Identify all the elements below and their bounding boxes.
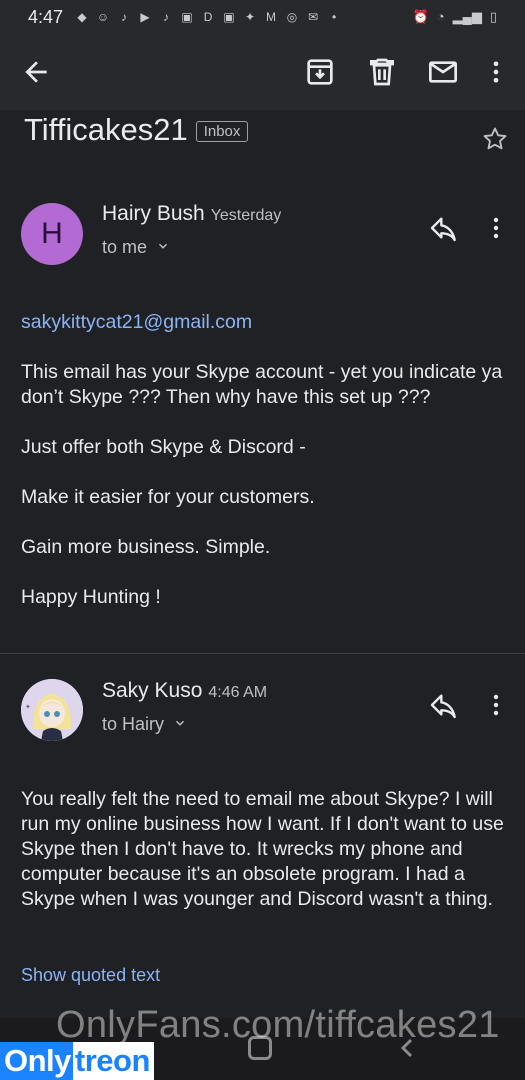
instagram-icon: ◎: [286, 10, 298, 24]
message-divider: [0, 653, 525, 654]
tiktok-icon: ♪: [121, 10, 128, 24]
tiktok-icon: ♪: [163, 10, 170, 24]
status-bar: 4:47 ◆ ☺ ♪ ▶ ♪ ▣ D ▣ ✦ M ◎ ✉ • ⏰ ◔ ▂▄▆ ▯: [0, 0, 525, 34]
body-paragraph: You really felt the need to email me abo…: [21, 788, 504, 910]
email-subject: Tifficakes21: [24, 112, 188, 147]
chevron-down-icon: [176, 720, 185, 726]
recipient-line[interactable]: to me: [102, 237, 170, 258]
sender-name: Saky Kuso: [102, 679, 203, 702]
email-link[interactable]: sakykittycat21@gmail.com: [21, 311, 252, 333]
reply-icon[interactable]: [428, 689, 460, 721]
brand-logo-part1: Only: [0, 1042, 73, 1080]
recipient-text: to Hairy: [102, 714, 165, 734]
gmail-icon: M: [266, 10, 277, 24]
webtoon-icon: ▣: [223, 10, 235, 24]
app-bar: [0, 34, 525, 110]
archive-icon[interactable]: [304, 56, 336, 88]
chevron-down-icon: [159, 243, 168, 249]
message-body: sakykittycat21@gmail.com This email has …: [21, 310, 509, 635]
recipient-text: to me: [102, 237, 148, 257]
delete-icon[interactable]: [366, 56, 398, 88]
mark-unread-icon[interactable]: [427, 56, 459, 88]
d-app-icon: D: [203, 10, 213, 24]
wifi-icon: ◔: [436, 9, 445, 24]
anime-avatar-icon: ✦: [21, 679, 83, 741]
inbox-label[interactable]: Inbox: [195, 120, 249, 142]
body-paragraph: This email has your Skype account - yet …: [21, 361, 503, 408]
youtube-icon: ▶: [140, 10, 150, 24]
more-vert-icon[interactable]: [482, 56, 510, 88]
arrow-back-icon[interactable]: [20, 56, 52, 88]
recipient-line[interactable]: to Hairy: [102, 714, 187, 735]
system-icons: ⏰ ◔ ▂▄▆ ▯: [413, 9, 497, 25]
svg-text:✦: ✦: [25, 703, 31, 711]
gamepad-icon: ◆: [77, 10, 87, 24]
sender-line: Hairy Bush Yesterday: [102, 202, 281, 226]
body-paragraph: Happy Hunting !: [21, 586, 161, 608]
ghost-icon: ☺: [96, 10, 110, 24]
avatar[interactable]: H: [21, 203, 83, 265]
more-vert-icon[interactable]: [484, 212, 508, 244]
message-time: 4:46 AM: [208, 684, 268, 701]
brand-logo-part2: treon: [72, 1042, 154, 1080]
dot-icon: •: [331, 10, 337, 24]
brand-logo: Only treon: [0, 1042, 165, 1080]
message-time: Yesterday: [210, 207, 282, 224]
more-vert-icon[interactable]: [484, 689, 508, 721]
status-time: 4:47: [28, 6, 64, 27]
body-paragraph: Make it easier for your customers.: [21, 486, 315, 508]
sender-name: Hairy Bush: [102, 202, 205, 225]
alarm-icon: ⏰: [412, 9, 429, 24]
webtoon-icon: ▣: [181, 10, 193, 24]
reply-icon[interactable]: [428, 212, 460, 244]
body-paragraph: Gain more business. Simple.: [21, 536, 271, 558]
star-icon[interactable]: [481, 125, 509, 153]
show-quoted-text-link[interactable]: Show quoted text: [21, 965, 160, 986]
sender-line: Saky Kuso 4:46 AM: [102, 679, 267, 703]
outlook-icon: ✉: [308, 10, 319, 24]
avatar-letter: H: [41, 217, 63, 250]
notification-icons: ◆ ☺ ♪ ▶ ♪ ▣ D ▣ ✦ M ◎ ✉ •: [75, 10, 341, 24]
message-body: You really felt the need to email me abo…: [21, 787, 509, 937]
battery-icon: ▯: [489, 9, 497, 24]
subject-row: Tifficakes21 Inbox: [24, 112, 249, 148]
signal-icon: ▂▄▆: [452, 9, 482, 24]
watermark: OnlyFans.com/tiffcakes21: [56, 1004, 500, 1046]
body-paragraph: Just offer both Skype & Discord -: [21, 436, 306, 458]
bird-icon: ✦: [245, 10, 256, 24]
avatar[interactable]: ✦: [21, 679, 83, 741]
